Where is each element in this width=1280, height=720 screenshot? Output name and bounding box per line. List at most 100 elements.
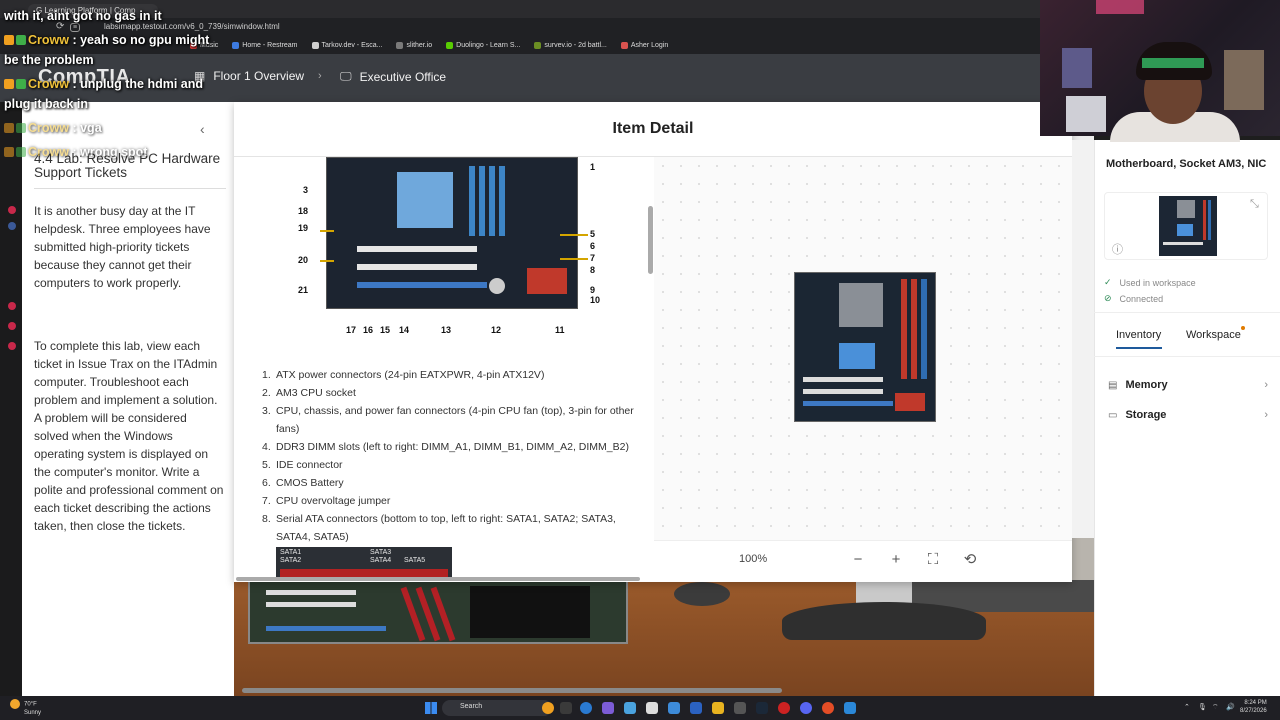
memory-icon: ▤ — [1108, 379, 1118, 391]
breadcrumb-label: Executive Office — [359, 69, 447, 84]
webcam-poster — [1066, 96, 1106, 132]
collapse-panel-button[interactable]: ‹ — [200, 121, 205, 137]
chevron-right-icon: › — [1264, 379, 1268, 391]
bookmark-slither[interactable]: slither.io — [396, 41, 432, 49]
tab-inventory[interactable]: Inventory — [1116, 329, 1161, 341]
list-item: 8. Serial ATA connectors (bottom to top, … — [262, 513, 616, 543]
diagram-callout: 18 — [298, 206, 309, 216]
address-bar[interactable]: labsimapp.testout.com/v6_0_739/simwindow… — [104, 22, 280, 31]
list-item: 4. DDR3 DIMM slots (left to right: DIMM_A… — [262, 441, 629, 453]
bookmark-restream[interactable]: Home - Restream — [232, 41, 298, 49]
diagram-callout: 6 — [590, 241, 596, 251]
bookmark-tarkov[interactable]: Tarkov.dev - Esca... — [311, 41, 382, 49]
callout-line — [560, 234, 588, 236]
check-icon: ✓ — [1104, 277, 1112, 287]
dock-icon[interactable] — [8, 342, 16, 350]
clock[interactable]: 8:24 PM 8/27/2026 — [1240, 699, 1267, 715]
rotate-button[interactable]: ⟲ — [958, 548, 982, 572]
diagram-callout: 9 — [590, 285, 596, 295]
microphone-icon[interactable]: 🎙 — [1198, 703, 1207, 711]
breadcrumb-executive-office[interactable]: 🖵 Executive Office — [340, 69, 446, 84]
doc-horizontal-scrollbar[interactable] — [236, 577, 640, 581]
discord-icon[interactable] — [800, 702, 812, 714]
list-item: 1. ATX power connectors (24-pin EATXPWR, … — [262, 369, 545, 381]
steam-icon[interactable] — [756, 702, 768, 714]
app-icon[interactable] — [602, 702, 614, 714]
info-icon[interactable]: ⓘ — [1112, 241, 1123, 257]
chat-message: with it, aint got no gas in it — [4, 9, 162, 23]
chat-message: be the problem — [4, 53, 94, 67]
bookmark-survev[interactable]: survev.io - 2d battl... — [534, 41, 607, 49]
bookmark-duolingo[interactable]: Duolingo - Learn S... — [446, 41, 520, 49]
callout-line — [320, 230, 334, 232]
taskbar — [0, 696, 1280, 720]
diagram-callout: 3 — [303, 185, 309, 195]
dialog-title: Item Detail — [612, 120, 694, 137]
dock-icon[interactable] — [8, 222, 16, 230]
app-icon[interactable] — [668, 702, 680, 714]
chevron-right-icon: › — [1264, 409, 1268, 421]
selected-item-title: Motherboard, Socket AM3, NIC — [1106, 158, 1267, 170]
site-info-icon[interactable]: ≡ — [70, 23, 81, 32]
wifi-icon[interactable]: ⌔ — [1212, 703, 1219, 712]
motherboard-diagram — [326, 157, 578, 309]
diagram-callout: 10 — [590, 295, 601, 305]
workspace-motherboard[interactable] — [248, 580, 628, 644]
inventory-category-memory[interactable]: ▤ Memory › — [1108, 379, 1268, 391]
breadcrumb-separator: › — [318, 70, 322, 82]
diagram-callout: 8 — [590, 265, 596, 275]
list-item: 2. AM3 CPU socket — [262, 387, 356, 399]
chrome-icon[interactable] — [822, 702, 834, 714]
edge-icon[interactable] — [580, 702, 592, 714]
fit-to-screen-button[interactable]: ⛶ — [921, 548, 945, 572]
collapse-icon[interactable]: ⤡ — [1250, 198, 1259, 211]
zoom-in-button[interactable]: + — [884, 548, 908, 572]
monitor-icon: 🖵 — [340, 69, 352, 83]
app-icon[interactable] — [690, 702, 702, 714]
chat-message: Croww : unplug the hdmi and — [4, 77, 203, 91]
storage-icon: ▭ — [1108, 409, 1118, 421]
motherboard-image — [794, 272, 936, 422]
diagram-callout: 5 — [590, 229, 596, 239]
side-dock — [0, 102, 22, 696]
item-thumbnail — [1159, 196, 1217, 256]
chat-message: Croww : yeah so no gpu might — [4, 33, 209, 47]
workspace-mouse[interactable] — [674, 582, 730, 606]
divider — [1094, 312, 1280, 313]
weather-widget[interactable]: 70°F Sunny — [10, 699, 41, 717]
webcam-poster — [1062, 48, 1092, 88]
sun-icon — [10, 699, 20, 709]
app-icon[interactable] — [646, 702, 658, 714]
zoom-out-button[interactable]: − — [846, 548, 870, 572]
volume-icon[interactable]: 🔊 — [1226, 703, 1235, 711]
app-icon[interactable] — [844, 702, 856, 714]
diagram-callout: 19 — [298, 223, 309, 233]
callout-line — [320, 260, 334, 262]
app-icon[interactable] — [734, 702, 746, 714]
taskbar-search[interactable]: Search — [442, 700, 552, 716]
bookmark-asher-login[interactable]: Asher Login — [620, 41, 668, 49]
folder-icon[interactable] — [712, 702, 724, 714]
diagram-callout: 17 — [346, 325, 357, 335]
breadcrumb-floor-overview[interactable]: ▦ Floor 1 Overview — [194, 69, 304, 83]
app-icon[interactable] — [542, 702, 554, 714]
app-icon[interactable] — [560, 702, 572, 714]
tab-workspace[interactable]: Workspace — [1186, 329, 1241, 341]
dock-icon[interactable] — [8, 302, 16, 310]
windows-start-icon[interactable] — [425, 702, 437, 714]
active-tab-indicator — [1116, 347, 1162, 349]
divider — [34, 188, 226, 189]
doc-scrollbar[interactable] — [648, 206, 653, 274]
component-list: 1. ATX power connectors (24-pin EATXPWR, … — [262, 366, 638, 546]
status-connected: ⊘ Connected — [1104, 293, 1164, 304]
dock-icon[interactable] — [8, 322, 16, 330]
app-icon[interactable] — [778, 702, 790, 714]
list-item: 7. CPU overvoltage jumper — [262, 495, 391, 507]
app-icon[interactable] — [624, 702, 636, 714]
dock-icon[interactable] — [8, 206, 16, 214]
tray-chevron-icon[interactable]: ⌃ — [1184, 703, 1190, 711]
inventory-category-storage[interactable]: ▭ Storage › — [1108, 409, 1268, 421]
workspace-scrollbar[interactable] — [242, 688, 782, 693]
workspace-monitor-base[interactable] — [782, 602, 986, 640]
zoom-level: 100% — [739, 553, 768, 565]
